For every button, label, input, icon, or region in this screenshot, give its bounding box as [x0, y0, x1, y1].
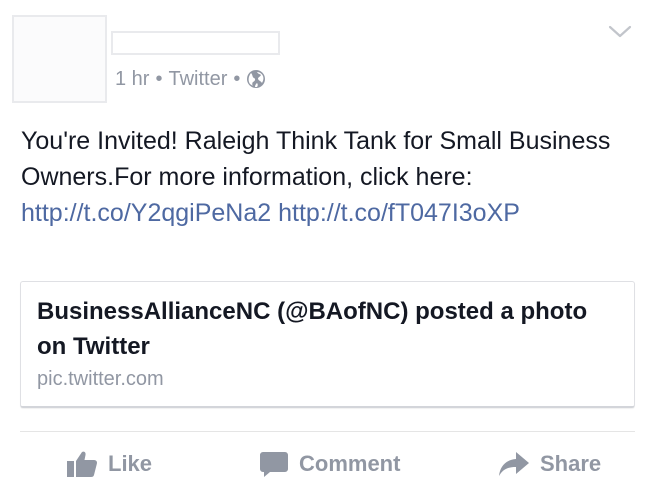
like-label: Like	[108, 451, 153, 476]
comment-button[interactable]: Comment	[259, 442, 400, 486]
avatar[interactable]	[12, 15, 107, 103]
message-link[interactable]: http://t.co/Y2qgiPeNa2	[21, 199, 271, 227]
meta-separator: •	[155, 67, 163, 90]
post-meta: 1 hr • Twitter •	[115, 66, 266, 92]
globe-icon[interactable]	[246, 69, 266, 89]
attachment-source: pic.twitter.com	[37, 368, 164, 390]
post-time[interactable]: 1 hr	[115, 68, 149, 91]
like-button[interactable]: Like	[66, 442, 152, 486]
action-bar: Like Comment Share	[0, 442, 654, 486]
author-name[interactable]	[111, 31, 280, 55]
chevron-down-icon[interactable]	[608, 24, 632, 40]
message-text: You're Invited! Raleigh Think Tank for S…	[21, 127, 611, 191]
message-link[interactable]: http://t.co/fT047I3oXP	[278, 199, 520, 227]
meta-separator: •	[233, 67, 241, 90]
thumbs-up-icon	[67, 451, 98, 477]
post-message: You're Invited! Raleigh Think Tank for S…	[21, 123, 621, 231]
feed-post: 1 hr • Twitter • You're Invited! Raleigh…	[0, 0, 654, 491]
link-attachment-card[interactable]: BusinessAllianceNC (@BAofNC) posted a ph…	[20, 281, 635, 408]
comment-icon	[260, 452, 288, 477]
share-arrow-icon	[499, 452, 529, 476]
share-label: Share	[540, 451, 602, 476]
share-button[interactable]: Share	[498, 442, 601, 486]
comment-label: Comment	[299, 451, 401, 476]
divider	[20, 431, 635, 432]
post-source: Twitter	[168, 67, 228, 90]
attachment-title: BusinessAllianceNC (@BAofNC) posted a ph…	[37, 298, 588, 360]
